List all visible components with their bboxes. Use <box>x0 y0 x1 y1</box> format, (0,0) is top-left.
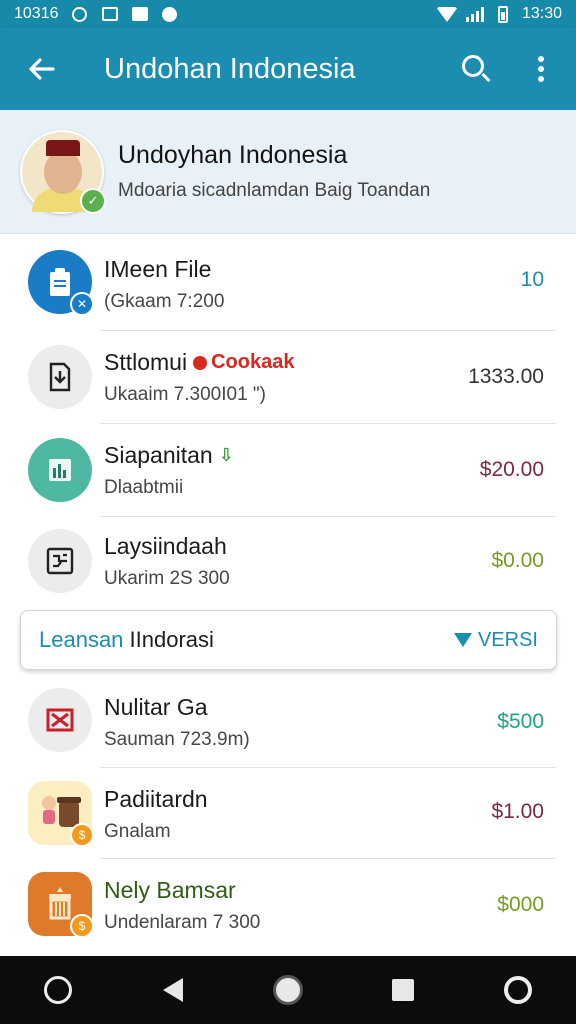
profile-header[interactable]: ✓ Undoyhan Indonesia Mdoaria sicadnlamda… <box>0 110 576 234</box>
bar-chart-icon <box>28 438 92 502</box>
sync-icon <box>71 6 89 22</box>
item-value: $20.00 <box>479 458 544 481</box>
item-value: $1.00 <box>491 800 544 823</box>
list-item[interactable]: Laysiindaah Ukarim 2S 300 $0.00 <box>0 517 576 605</box>
app-bar: Undohan Indonesia <box>0 28 576 110</box>
status-bar: 10316 13:30 <box>0 0 576 28</box>
download-file-icon <box>28 345 92 409</box>
item-tag: Cookaak <box>193 351 294 374</box>
item-value: 10 <box>520 268 544 291</box>
item-value: $500 <box>497 710 544 733</box>
item-title: Laysiindaah <box>104 533 227 559</box>
profile-subtitle: Mdoaria sicadnlamdan Baig Toandan <box>118 180 431 201</box>
x-box-icon <box>28 688 92 752</box>
recents-icon[interactable] <box>379 966 427 1014</box>
search-icon[interactable] <box>446 28 506 110</box>
item-title: Nulitar Ga <box>104 694 208 720</box>
system-nav-bar <box>0 956 576 1024</box>
more-vert-icon[interactable] <box>506 28 576 110</box>
image-icon <box>101 6 119 22</box>
item-title: IMeen File <box>104 256 212 282</box>
avatar[interactable]: ✓ <box>20 129 106 214</box>
account-icon[interactable] <box>494 966 542 1014</box>
verified-icon: ✓ <box>80 187 106 214</box>
back-icon[interactable] <box>149 966 197 1014</box>
list-item[interactable]: $ Padiitardn Gnalam $1.00 <box>0 768 576 859</box>
item-title: Sttlomui <box>104 349 188 375</box>
battery-icon <box>494 5 512 23</box>
list-item[interactable]: Siapanitan ⇩ Dlaabtmii $20.00 <box>0 424 576 517</box>
arrow-left-icon[interactable] <box>0 28 82 110</box>
wifi-icon <box>435 6 458 22</box>
message-icon <box>131 6 149 22</box>
item-title: Nely Bamsar <box>104 877 236 903</box>
section-label: Leansan IIndorasi <box>39 627 214 652</box>
profile-name: Undoyhan Indonesia <box>118 141 348 169</box>
item-value: $0.00 <box>491 549 544 572</box>
signal-icon <box>465 6 484 22</box>
download-icon: ⇩ <box>218 445 234 465</box>
status-time-left: 10316 <box>14 5 59 22</box>
list-item[interactable]: Nulitar Ga Sauman 723.9m) $500 <box>0 676 576 768</box>
circuit-icon <box>28 529 92 593</box>
item-subtitle: Ukarim 2S 300 <box>104 568 230 589</box>
item-value: 1333.00 <box>468 365 544 388</box>
tools-icon: ✕ <box>70 292 94 316</box>
coin-icon: $ <box>70 823 94 847</box>
list-item[interactable]: $ Nely Bamsar Undenlaram 7 300 $000 <box>0 859 576 951</box>
item-subtitle: Gnalam <box>104 821 171 842</box>
item-value: $000 <box>497 893 544 916</box>
coin-icon: $ <box>70 914 94 938</box>
list-item[interactable]: ✕ IMeen File (Gkaam 7:200 10 <box>0 234 576 331</box>
assistant-icon[interactable] <box>34 966 82 1014</box>
app-title: Undohan Indonesia <box>104 52 356 85</box>
status-time-right: 13:30 <box>521 5 562 22</box>
home-icon[interactable] <box>264 966 312 1014</box>
item-subtitle: Undenlaram 7 300 <box>104 912 261 933</box>
clipboard-icon: ✕ <box>28 250 94 316</box>
item-subtitle: Ukaaim 7.300I01 ") <box>104 384 266 405</box>
item-subtitle: Sauman 723.9m) <box>104 729 250 750</box>
item-title: Siapanitan <box>104 442 213 468</box>
item-title: Padiitardn <box>104 786 208 812</box>
chevron-down-icon <box>453 633 472 647</box>
assistant-icon <box>161 6 179 22</box>
section-header[interactable]: Leansan IIndorasi VERSI <box>20 610 557 670</box>
lantern-icon: $ <box>28 872 94 938</box>
item-subtitle: Dlaabtmii <box>104 477 184 498</box>
section-action[interactable]: VERSI <box>453 629 538 652</box>
list-item[interactable]: Sttlomui Cookaak Ukaaim 7.300I01 ") 1333.… <box>0 331 576 424</box>
doll-icon: $ <box>28 781 94 847</box>
item-subtitle: (Gkaam 7:200 <box>104 291 225 312</box>
